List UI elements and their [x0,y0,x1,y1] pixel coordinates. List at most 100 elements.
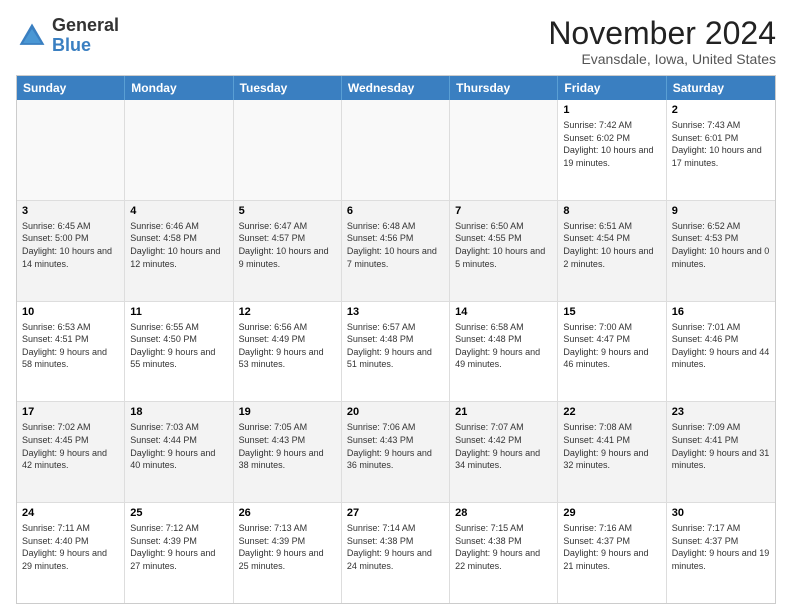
day-info: Sunrise: 6:48 AM Sunset: 4:56 PM Dayligh… [347,220,444,270]
day-number: 21 [455,405,552,420]
day-cell: 24Sunrise: 7:11 AM Sunset: 4:40 PM Dayli… [17,503,125,603]
day-number: 15 [563,305,660,320]
day-cell: 1Sunrise: 7:42 AM Sunset: 6:02 PM Daylig… [558,100,666,200]
day-number: 28 [455,506,552,521]
day-cell: 29Sunrise: 7:16 AM Sunset: 4:37 PM Dayli… [558,503,666,603]
day-cell: 21Sunrise: 7:07 AM Sunset: 4:42 PM Dayli… [450,402,558,502]
day-cell: 28Sunrise: 7:15 AM Sunset: 4:38 PM Dayli… [450,503,558,603]
day-number: 2 [672,103,770,118]
day-number: 23 [672,405,770,420]
day-number: 7 [455,204,552,219]
day-cell: 27Sunrise: 7:14 AM Sunset: 4:38 PM Dayli… [342,503,450,603]
day-number: 13 [347,305,444,320]
day-cell [17,100,125,200]
day-number: 16 [672,305,770,320]
day-number: 30 [672,506,770,521]
day-cell: 17Sunrise: 7:02 AM Sunset: 4:45 PM Dayli… [17,402,125,502]
calendar-row-1: 3Sunrise: 6:45 AM Sunset: 5:00 PM Daylig… [17,201,775,302]
day-info: Sunrise: 7:08 AM Sunset: 4:41 PM Dayligh… [563,421,660,471]
header-cell-sunday: Sunday [17,76,125,100]
calendar-row-4: 24Sunrise: 7:11 AM Sunset: 4:40 PM Dayli… [17,503,775,603]
day-info: Sunrise: 6:47 AM Sunset: 4:57 PM Dayligh… [239,220,336,270]
header-cell-tuesday: Tuesday [234,76,342,100]
title-section: November 2024 Evansdale, Iowa, United St… [548,16,776,67]
day-info: Sunrise: 7:05 AM Sunset: 4:43 PM Dayligh… [239,421,336,471]
day-info: Sunrise: 7:15 AM Sunset: 4:38 PM Dayligh… [455,522,552,572]
day-number: 22 [563,405,660,420]
day-cell: 3Sunrise: 6:45 AM Sunset: 5:00 PM Daylig… [17,201,125,301]
day-info: Sunrise: 6:55 AM Sunset: 4:50 PM Dayligh… [130,321,227,371]
day-cell: 9Sunrise: 6:52 AM Sunset: 4:53 PM Daylig… [667,201,775,301]
calendar-row-2: 10Sunrise: 6:53 AM Sunset: 4:51 PM Dayli… [17,302,775,403]
logo-icon [16,20,48,52]
day-info: Sunrise: 7:17 AM Sunset: 4:37 PM Dayligh… [672,522,770,572]
calendar-body: 1Sunrise: 7:42 AM Sunset: 6:02 PM Daylig… [17,100,775,603]
day-cell: 12Sunrise: 6:56 AM Sunset: 4:49 PM Dayli… [234,302,342,402]
day-info: Sunrise: 6:52 AM Sunset: 4:53 PM Dayligh… [672,220,770,270]
day-number: 4 [130,204,227,219]
day-number: 3 [22,204,119,219]
day-info: Sunrise: 6:57 AM Sunset: 4:48 PM Dayligh… [347,321,444,371]
day-number: 8 [563,204,660,219]
header-cell-friday: Friday [558,76,666,100]
day-number: 19 [239,405,336,420]
month-title: November 2024 [548,16,776,51]
day-number: 9 [672,204,770,219]
day-cell: 26Sunrise: 7:13 AM Sunset: 4:39 PM Dayli… [234,503,342,603]
calendar-row-3: 17Sunrise: 7:02 AM Sunset: 4:45 PM Dayli… [17,402,775,503]
header-cell-monday: Monday [125,76,233,100]
day-info: Sunrise: 7:43 AM Sunset: 6:01 PM Dayligh… [672,119,770,169]
day-cell: 15Sunrise: 7:00 AM Sunset: 4:47 PM Dayli… [558,302,666,402]
location: Evansdale, Iowa, United States [548,51,776,67]
day-cell: 23Sunrise: 7:09 AM Sunset: 4:41 PM Dayli… [667,402,775,502]
day-number: 5 [239,204,336,219]
day-number: 14 [455,305,552,320]
day-number: 12 [239,305,336,320]
day-info: Sunrise: 7:16 AM Sunset: 4:37 PM Dayligh… [563,522,660,572]
day-number: 10 [22,305,119,320]
day-info: Sunrise: 6:45 AM Sunset: 5:00 PM Dayligh… [22,220,119,270]
day-cell: 18Sunrise: 7:03 AM Sunset: 4:44 PM Dayli… [125,402,233,502]
day-info: Sunrise: 7:42 AM Sunset: 6:02 PM Dayligh… [563,119,660,169]
day-cell: 4Sunrise: 6:46 AM Sunset: 4:58 PM Daylig… [125,201,233,301]
day-cell [234,100,342,200]
day-cell: 6Sunrise: 6:48 AM Sunset: 4:56 PM Daylig… [342,201,450,301]
day-cell: 25Sunrise: 7:12 AM Sunset: 4:39 PM Dayli… [125,503,233,603]
day-number: 11 [130,305,227,320]
day-info: Sunrise: 7:06 AM Sunset: 4:43 PM Dayligh… [347,421,444,471]
day-number: 18 [130,405,227,420]
day-number: 26 [239,506,336,521]
day-cell: 8Sunrise: 6:51 AM Sunset: 4:54 PM Daylig… [558,201,666,301]
header-cell-wednesday: Wednesday [342,76,450,100]
day-cell: 16Sunrise: 7:01 AM Sunset: 4:46 PM Dayli… [667,302,775,402]
logo-blue-text: Blue [52,35,91,55]
day-info: Sunrise: 7:00 AM Sunset: 4:47 PM Dayligh… [563,321,660,371]
day-number: 27 [347,506,444,521]
day-info: Sunrise: 7:07 AM Sunset: 4:42 PM Dayligh… [455,421,552,471]
day-cell: 10Sunrise: 6:53 AM Sunset: 4:51 PM Dayli… [17,302,125,402]
day-cell: 11Sunrise: 6:55 AM Sunset: 4:50 PM Dayli… [125,302,233,402]
day-cell [450,100,558,200]
calendar-row-0: 1Sunrise: 7:42 AM Sunset: 6:02 PM Daylig… [17,100,775,201]
logo-general: General [52,15,119,35]
day-info: Sunrise: 7:12 AM Sunset: 4:39 PM Dayligh… [130,522,227,572]
day-info: Sunrise: 7:03 AM Sunset: 4:44 PM Dayligh… [130,421,227,471]
day-number: 6 [347,204,444,219]
day-info: Sunrise: 7:14 AM Sunset: 4:38 PM Dayligh… [347,522,444,572]
day-cell: 5Sunrise: 6:47 AM Sunset: 4:57 PM Daylig… [234,201,342,301]
day-number: 20 [347,405,444,420]
day-info: Sunrise: 6:46 AM Sunset: 4:58 PM Dayligh… [130,220,227,270]
day-number: 29 [563,506,660,521]
logo: General Blue [16,16,119,56]
top-section: General Blue November 2024 Evansdale, Io… [16,16,776,67]
day-number: 25 [130,506,227,521]
header-cell-thursday: Thursday [450,76,558,100]
logo-text: General Blue [52,16,119,56]
day-cell: 14Sunrise: 6:58 AM Sunset: 4:48 PM Dayli… [450,302,558,402]
day-info: Sunrise: 7:09 AM Sunset: 4:41 PM Dayligh… [672,421,770,471]
day-number: 17 [22,405,119,420]
day-cell: 20Sunrise: 7:06 AM Sunset: 4:43 PM Dayli… [342,402,450,502]
day-info: Sunrise: 7:02 AM Sunset: 4:45 PM Dayligh… [22,421,119,471]
day-cell: 2Sunrise: 7:43 AM Sunset: 6:01 PM Daylig… [667,100,775,200]
header-cell-saturday: Saturday [667,76,775,100]
